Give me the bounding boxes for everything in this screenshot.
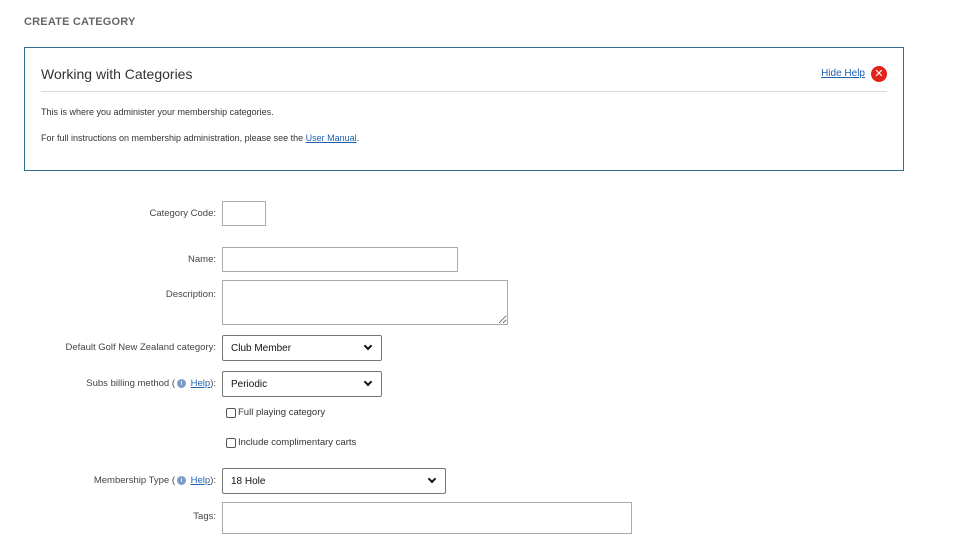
help-title: Working with Categories (41, 66, 193, 82)
chevron-down-icon (363, 377, 373, 387)
help-panel: Working with Categories Hide Help ✕ This… (24, 47, 904, 171)
tags-input[interactable] (222, 502, 632, 534)
info-icon: i (177, 378, 186, 388)
full-playing-row: Full playing category (226, 407, 325, 418)
name-label: Name: (188, 254, 216, 265)
info-icon: i (177, 475, 186, 485)
description-textarea[interactable] (222, 280, 508, 325)
membership-type-label-suffix: ): (210, 475, 216, 486)
gnz-category-label: Default Golf New Zealand category: (65, 342, 217, 353)
subs-billing-label: Subs billing method (i Help): (86, 378, 216, 389)
membership-type-help-link[interactable]: Help (191, 475, 211, 486)
comp-carts-row: Include complimentary carts (226, 437, 356, 448)
subs-billing-value: Periodic (231, 378, 268, 390)
comp-carts-label: Include complimentary carts (238, 437, 357, 448)
subs-billing-help-link[interactable]: Help (191, 378, 211, 389)
comp-carts-checkbox[interactable] (226, 437, 236, 448)
user-manual-link[interactable]: User Manual (306, 133, 357, 143)
category-code-label: Category Code: (149, 208, 216, 219)
help-text-manual-suffix: . (356, 133, 360, 143)
page-title: CREATE CATEGORY (24, 16, 136, 28)
hide-help-link[interactable]: Hide Help (821, 68, 865, 79)
subs-billing-label-prefix: Subs billing method ( (86, 378, 175, 389)
close-icon[interactable]: ✕ (871, 66, 887, 82)
help-text-manual: For full instructions on membership admi… (41, 133, 359, 143)
name-input[interactable] (222, 247, 458, 272)
chevron-down-icon (427, 474, 437, 484)
subs-billing-select[interactable]: Periodic (222, 371, 382, 397)
membership-type-label: Membership Type (i Help): (94, 475, 216, 486)
help-text-manual-prefix: For full instructions on membership admi… (41, 133, 306, 143)
help-text-intro: This is where you administer your member… (41, 107, 274, 117)
gnz-category-value: Club Member (231, 342, 292, 354)
chevron-down-icon (363, 341, 373, 351)
help-header: Working with Categories Hide Help ✕ (41, 48, 887, 92)
tags-label: Tags: (193, 511, 216, 522)
membership-type-label-prefix: Membership Type ( (93, 475, 175, 486)
gnz-category-select[interactable]: Club Member (222, 335, 382, 361)
description-label: Description: (165, 289, 216, 300)
full-playing-checkbox[interactable] (226, 407, 236, 418)
membership-type-select[interactable]: 18 Hole (222, 468, 446, 494)
membership-type-value: 18 Hole (231, 475, 266, 487)
full-playing-label: Full playing category (238, 407, 326, 418)
category-code-input[interactable] (222, 201, 266, 226)
subs-billing-label-suffix: ): (210, 378, 216, 389)
